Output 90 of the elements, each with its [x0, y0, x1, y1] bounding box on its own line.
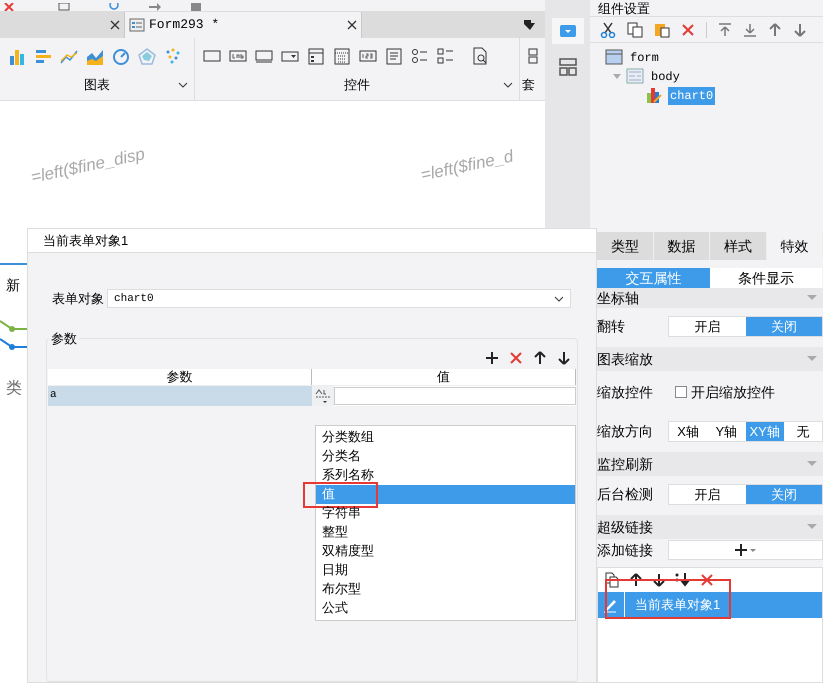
move-top-icon[interactable] [718, 22, 732, 36]
checkbox-group-icon[interactable] [437, 47, 455, 65]
menu-item[interactable]: 公式 [316, 598, 575, 618]
group-label: 控件 [344, 76, 370, 94]
scatter-chart-icon[interactable] [164, 47, 182, 65]
panel-title: 组件设置 [598, 0, 650, 16]
copy-icon[interactable] [604, 572, 620, 588]
layout-icon[interactable] [528, 47, 538, 65]
tree-item[interactable]: form [628, 48, 661, 66]
chevron-down-icon[interactable] [178, 82, 188, 88]
section-title: 坐标轴 [597, 289, 639, 308]
form-icon [129, 17, 145, 33]
checkbox-label: 开启缩放控件 [691, 382, 775, 402]
select-value: chart0 [114, 292, 154, 306]
table-cell[interactable]: a [48, 386, 312, 406]
menu-item[interactable]: 字符串 [316, 504, 575, 522]
edit-icon [602, 597, 618, 613]
group-label: 套 [521, 76, 535, 94]
close-icon[interactable] [110, 20, 120, 30]
field-label: 翻转 [597, 317, 626, 336]
section-title: 监控刷新 [597, 455, 653, 474]
field-label: 后台检测 [597, 485, 654, 504]
delete-icon[interactable] [681, 22, 695, 36]
field-label: 表单对象 [52, 290, 105, 308]
dropdown-menu-icon[interactable] [523, 19, 537, 31]
delete-icon[interactable] [700, 573, 714, 587]
tree-item[interactable]: body [649, 68, 682, 86]
layout-icon[interactable] [558, 58, 576, 76]
text-area-icon[interactable] [385, 47, 403, 65]
form-icon [605, 49, 623, 66]
form-object-select[interactable]: chart0 [107, 289, 571, 308]
move-bottom-icon[interactable] [675, 572, 691, 588]
tab-title: Form293 * [149, 16, 220, 34]
gauge-icon[interactable] [112, 47, 130, 65]
value-input[interactable] [334, 386, 576, 404]
radio-group-icon[interactable] [411, 47, 429, 65]
combo-icon[interactable] [307, 47, 325, 65]
arrow-up-icon[interactable] [533, 350, 547, 364]
body-icon [626, 68, 644, 85]
segmented-control[interactable]: X轴 Y轴 XY轴 无 [668, 421, 823, 442]
type-icon [314, 388, 332, 404]
tab-label: 新 [6, 276, 20, 295]
collapse-icon [807, 524, 817, 530]
dropdown-icon [560, 25, 576, 37]
editor-tab[interactable]: Form293 * [125, 12, 362, 38]
paste-icon[interactable] [654, 22, 670, 38]
bar-chart-icon[interactable] [8, 47, 26, 65]
segmented-control[interactable]: 开启 关闭 [668, 484, 823, 505]
property-tab[interactable]: 数据 [654, 232, 710, 260]
checkbox[interactable] [675, 386, 687, 398]
menu-item[interactable]: 系列名称 [316, 466, 575, 484]
horizontal-bar-icon[interactable] [34, 47, 52, 65]
arrow-down-icon[interactable] [557, 350, 571, 364]
chart-icon [645, 87, 663, 104]
menu-item[interactable]: 分类数组 [316, 428, 575, 446]
collapse-icon [807, 461, 817, 467]
close-icon[interactable] [347, 20, 357, 30]
field-label: 缩放方向 [597, 422, 654, 441]
copy-icon[interactable] [627, 22, 643, 38]
section-title: 超级链接 [597, 518, 653, 537]
cut-icon[interactable] [600, 22, 616, 38]
dropdown-tool[interactable] [552, 18, 584, 44]
arrow-up-icon[interactable] [629, 573, 643, 587]
link-label: 当前表单对象1 [635, 596, 720, 614]
arrow-down-icon[interactable] [652, 573, 666, 587]
field-label: 添加链接 [597, 540, 654, 560]
menu-item[interactable]: 分类名 [316, 446, 575, 466]
calendar-icon[interactable] [333, 47, 351, 65]
menu-item[interactable]: 布尔型 [316, 580, 575, 598]
chevron-down-icon[interactable] [503, 82, 513, 88]
type-picker-button[interactable] [312, 386, 334, 406]
property-tab[interactable]: 特效 [766, 232, 823, 260]
group-label: 图表 [84, 76, 110, 94]
dialog-title: 当前表单对象1 [43, 232, 128, 250]
category-label: 类 [6, 378, 22, 399]
delete-icon[interactable] [509, 350, 523, 364]
collapse-icon [807, 295, 817, 301]
menu-item[interactable]: 整型 [316, 522, 575, 542]
menu-item[interactable]: 日期 [316, 560, 575, 580]
plus-dropdown-icon [734, 543, 756, 557]
collapse-icon [807, 356, 817, 362]
segmented-control[interactable]: 开启 关闭 [668, 316, 823, 337]
column-header: 值 [312, 368, 576, 384]
field-label: 缩放控件 [597, 382, 654, 402]
menu-item[interactable]: 双精度型 [316, 542, 575, 560]
add-icon[interactable] [485, 350, 499, 364]
column-header: 参数 [48, 368, 312, 384]
arrow-icon[interactable] [148, 3, 162, 11]
chevron-down-icon [554, 296, 564, 302]
section-title: 图表缩放 [597, 350, 653, 369]
